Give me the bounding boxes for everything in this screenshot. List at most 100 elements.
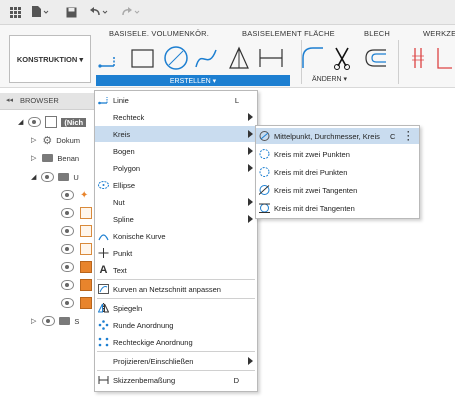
tree-item-plane[interactable]: [61, 243, 92, 255]
expand-arrow-icon[interactable]: ▷: [31, 136, 36, 144]
tab-tools[interactable]: WERKZE: [423, 29, 455, 38]
menu-item-ellipse[interactable]: Ellipse: [95, 177, 257, 193]
menu-item-label: Konische Kurve: [113, 231, 166, 241]
axis-icon: [80, 279, 92, 291]
submenu-arrow-icon: [248, 198, 253, 206]
menu-item-project-include[interactable]: Projizieren/Einschließen: [95, 353, 257, 369]
triangle-tool-icon[interactable]: [229, 46, 249, 69]
visibility-eye-icon[interactable]: [61, 190, 74, 200]
tree-item-label: Dokum: [56, 135, 81, 145]
collapse-arrow-icon[interactable]: ◢: [31, 173, 36, 181]
workspace-selector[interactable]: KONSTRUKTION ▾: [9, 35, 91, 83]
tree-item-plane[interactable]: [61, 207, 92, 219]
expand-arrow-icon[interactable]: ▷: [31, 154, 36, 162]
tree-root[interactable]: ◢ (Nich: [18, 116, 87, 128]
fillet-tool-icon[interactable]: [302, 47, 323, 68]
tree-item-named-views[interactable]: ▷ Benan: [31, 152, 79, 164]
constraint-tool-icon[interactable]: [412, 48, 424, 68]
create-dropdown-button[interactable]: ERSTELLEN ▾: [96, 75, 290, 86]
visibility-eye-icon[interactable]: [28, 117, 42, 127]
visibility-eye-icon[interactable]: [61, 280, 74, 290]
submenu-item-center-diameter-circle[interactable]: Mittelpunkt, Durchmesser, Kreis C · · ·: [256, 128, 419, 145]
menu-item-polygon[interactable]: Polygon: [95, 160, 257, 176]
menu-item-text[interactable]: A Text: [95, 262, 257, 278]
tree-item-axis[interactable]: [61, 261, 92, 273]
plane-icon: [80, 225, 92, 237]
circle-tool-icon[interactable]: [164, 46, 188, 70]
visibility-eye-icon[interactable]: [61, 244, 74, 254]
menu-item-label: Kreis mit drei Punkten: [274, 167, 348, 177]
submenu-item-three-point-circle[interactable]: Kreis mit drei Punkten: [256, 164, 419, 180]
expand-arrow-icon[interactable]: ▷: [31, 317, 36, 325]
tree-item-label: U: [73, 172, 79, 182]
menu-item-circular-pattern[interactable]: Runde Anordnung: [95, 317, 257, 333]
menu-item-label: Ellipse: [113, 180, 136, 190]
menu-separator: [97, 298, 255, 299]
rectangle-tool-icon[interactable]: [131, 49, 154, 68]
file-menu-icon[interactable]: [30, 5, 50, 19]
tree-item-plane[interactable]: [61, 225, 92, 237]
circle-submenu: Mittelpunkt, Durchmesser, Kreis C · · · Kr…: [255, 125, 420, 219]
coincident-tool-icon[interactable]: [437, 48, 452, 69]
menu-item-rectangle[interactable]: Rechteck: [95, 109, 257, 125]
offset-tool-icon[interactable]: [365, 49, 386, 67]
undo-icon[interactable]: [88, 5, 110, 19]
collapse-browser-icon[interactable]: ◂◂: [6, 96, 13, 104]
dimension-tool-icon[interactable]: [259, 49, 283, 67]
submenu-item-two-tangent-circle[interactable]: Kreis mit zwei Tangenten: [256, 182, 419, 198]
modify-dropdown-button[interactable]: ÄNDERN ▾: [312, 75, 347, 83]
visibility-eye-icon[interactable]: [61, 208, 74, 218]
data-panel-icon[interactable]: [8, 5, 22, 19]
tree-item-origin-point[interactable]: ✦: [61, 189, 88, 201]
visibility-eye-icon[interactable]: [61, 262, 74, 272]
menu-item-arc[interactable]: Bogen: [95, 143, 257, 159]
visibility-eye-icon[interactable]: [61, 298, 74, 308]
line-tool-icon[interactable]: [98, 56, 115, 68]
visibility-eye-icon[interactable]: [61, 226, 74, 236]
menu-item-label: Linie: [113, 95, 129, 105]
menu-item-label: Spiegeln: [113, 303, 143, 313]
submenu-arrow-icon: [248, 164, 253, 172]
submenu-arrow-icon: [248, 130, 253, 138]
menu-item-label: Rechteckige Anordnung: [113, 337, 193, 347]
submenu-arrow-icon: [248, 113, 253, 121]
menu-item-sketch-dimension[interactable]: Skizzenbemaßung D: [95, 372, 257, 388]
tree-item-sketches[interactable]: ▷ S: [31, 315, 79, 327]
spline-tool-icon[interactable]: [195, 49, 217, 68]
menu-item-rectangular-pattern[interactable]: Rechteckige Anordnung: [95, 334, 257, 350]
tree-item-axis[interactable]: [61, 279, 92, 291]
mirror-icon: [98, 303, 109, 313]
menu-item-label: Punkt: [113, 248, 133, 258]
menu-item-label: Skizzenbemaßung: [113, 375, 176, 385]
more-options-icon[interactable]: · · ·: [407, 128, 410, 145]
menu-item-point[interactable]: Punkt: [95, 245, 257, 261]
save-icon[interactable]: [64, 5, 78, 19]
tab-solid[interactable]: BASISELE. VOLUMENKÖR.: [109, 29, 209, 38]
menu-item-conic-curve[interactable]: Konische Kurve: [95, 228, 257, 244]
ribbon-tools: [98, 46, 452, 70]
submenu-arrow-icon: [248, 215, 253, 223]
tree-item-document-settings[interactable]: ▷ ⚙ Dokum: [31, 134, 81, 147]
menu-item-circle[interactable]: Kreis: [95, 126, 257, 142]
menu-item-fit-curves[interactable]: Kurven an Netzschnitt anpassen: [95, 281, 257, 297]
create-menu: Linie L Rechteck Kreis Bogen Polygon Ell…: [94, 90, 258, 392]
menu-item-mirror[interactable]: Spiegeln: [95, 300, 257, 316]
tree-item-axis[interactable]: [61, 297, 92, 309]
visibility-eye-icon[interactable]: [42, 316, 56, 326]
tree-item-origin[interactable]: ◢ U: [31, 171, 79, 183]
menu-separator: [97, 370, 255, 371]
submenu-item-three-tangent-circle[interactable]: Kreis mit drei Tangenten: [256, 200, 419, 216]
submenu-item-two-point-circle[interactable]: Kreis mit zwei Punkten: [256, 146, 419, 162]
tab-sheet-metal[interactable]: BLECH: [364, 29, 390, 38]
visibility-eye-icon[interactable]: [41, 172, 55, 182]
menu-item-slot[interactable]: Nut: [95, 194, 257, 210]
menu-item-spline[interactable]: Spline: [95, 211, 257, 227]
tab-surface[interactable]: BASISELEMENT FLÄCHE: [242, 29, 335, 38]
tree-item-label: Benan: [57, 153, 80, 163]
trim-tool-icon[interactable]: [334, 47, 350, 70]
folder-icon: [58, 173, 70, 181]
redo-icon[interactable]: [120, 5, 142, 19]
menu-item-line[interactable]: Linie L: [95, 92, 257, 108]
collapse-arrow-icon[interactable]: ◢: [18, 118, 23, 126]
origin-point-icon: ✦: [80, 189, 89, 201]
